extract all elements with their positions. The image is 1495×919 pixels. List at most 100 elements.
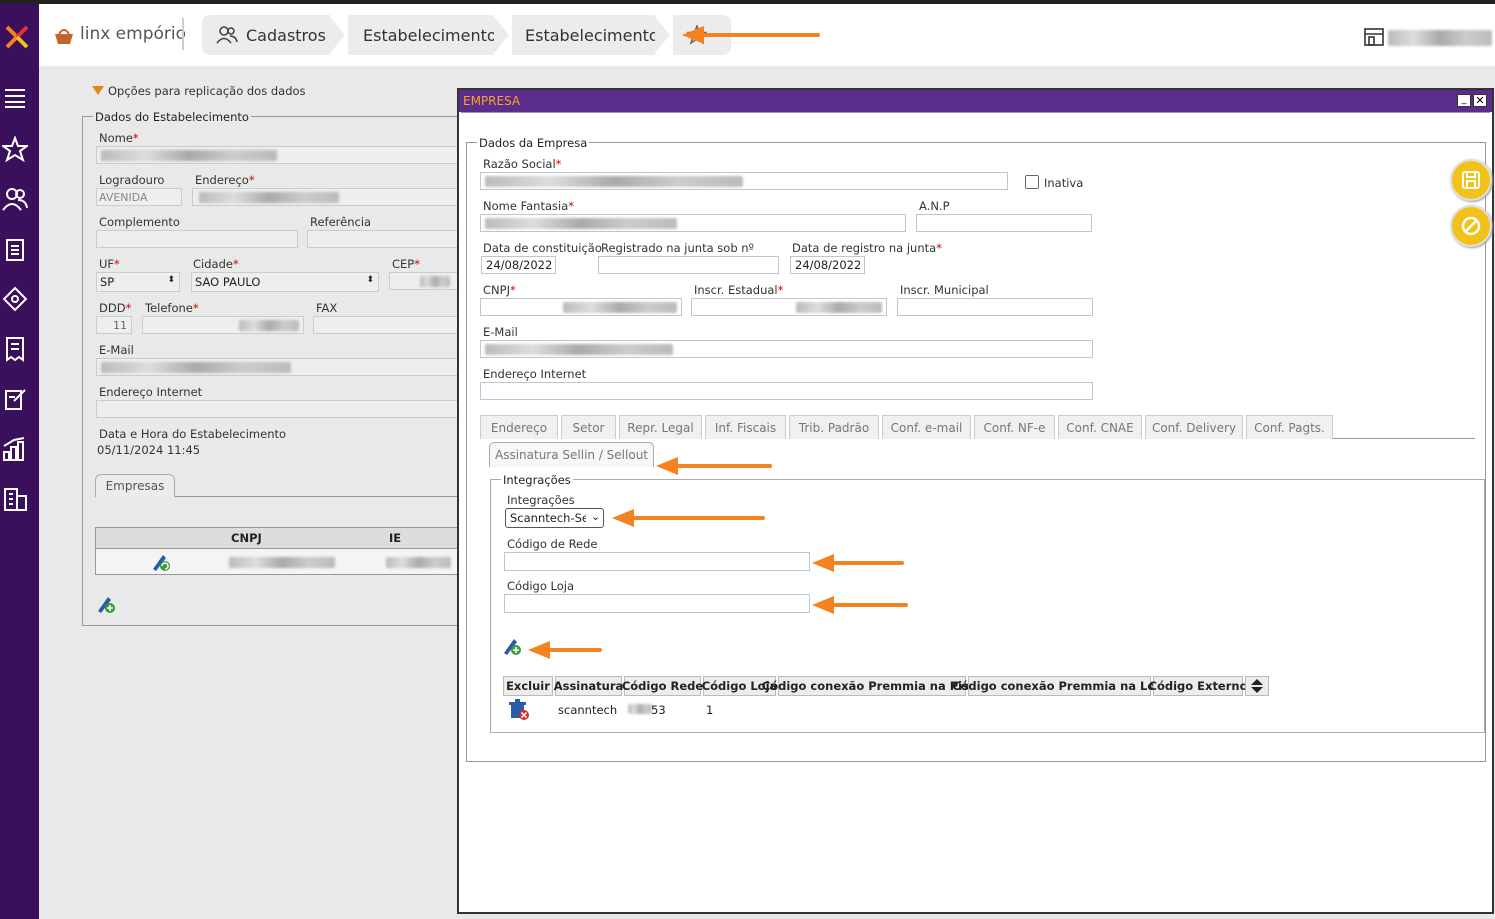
integracoes-select-value: Scanntech-Sellout [510,511,586,525]
tabs-baseline [1333,438,1475,439]
breadcrumb-label: Estabelecimento [363,25,497,45]
tab-setor[interactable]: Setor [561,415,616,439]
complemento-input[interactable] [96,230,298,248]
email-input[interactable] [480,340,1093,358]
annotation-arrow [630,516,765,520]
tab-repr-legal[interactable]: Repr. Legal [619,415,702,439]
fax-input[interactable] [313,316,458,334]
referencia-input[interactable] [307,230,458,248]
ddd-label: DDD* [99,301,132,315]
email-input[interactable] [96,358,458,376]
replication-options-label[interactable]: Opções para replicação dos dados [108,84,306,98]
table-row[interactable]: scanntech 53 1 [503,698,1269,722]
add-edit-icon[interactable] [95,594,117,614]
inscr-municipal-input[interactable] [897,298,1093,316]
cnpj-input[interactable] [480,298,682,316]
annotation-arrow [546,648,602,652]
linx-logo-icon[interactable] [4,24,30,50]
nome-fantasia-input[interactable] [480,214,906,232]
header-ie: IE [389,531,402,545]
data-constituicao-input[interactable]: 24/08/2022 [481,256,556,274]
annotation-arrow [830,561,904,565]
logradouro-input[interactable]: AVENIDA [96,188,182,206]
header-codigo-rede[interactable]: Código Rede [622,676,703,696]
clipboard-icon[interactable] [2,236,28,262]
integracoes-select[interactable]: Scanntech-Sellout ⌄ [505,508,604,528]
tab-endereco[interactable]: Endereço [480,415,558,439]
nome-input[interactable] [96,146,458,164]
codigo-loja-input[interactable] [504,594,810,613]
list-icon[interactable] [2,84,28,110]
inscr-municipal-label: Inscr. Municipal [900,283,989,297]
breadcrumb-item-estabelecimento[interactable]: Estabelecimento [348,15,497,55]
delete-icon[interactable] [508,699,530,721]
receipt-icon[interactable] [2,336,28,362]
ddd-input[interactable]: 11 [96,316,132,334]
razao-social-input[interactable] [480,172,1008,190]
triangle-down-icon[interactable] [92,86,104,96]
star-icon[interactable] [2,136,28,162]
registrado-junta-input[interactable] [598,256,779,274]
annotation-arrow [672,464,772,468]
breadcrumb-separator [494,15,512,55]
codigo-loja-label: Código Loja [507,579,575,593]
store-icon[interactable] [1363,27,1385,47]
breadcrumb-item-estabelecimento-current[interactable]: Estabelecimento [512,15,659,55]
telefone-input[interactable] [142,316,304,334]
tab-conf-email[interactable]: Conf. e-mail [882,415,971,439]
inscr-estadual-input[interactable] [691,298,887,316]
endereco-internet-input[interactable] [96,400,458,418]
tag-icon[interactable] [2,286,28,312]
anp-input[interactable] [916,214,1092,232]
add-integration-icon[interactable] [501,636,523,656]
minimize-button[interactable]: _ [1457,94,1471,107]
header-premmia-loja[interactable]: Código conexão Premmia na Loja [952,676,1167,696]
header-assinatura[interactable]: Assinatura [554,676,623,696]
cep-input[interactable] [389,272,458,290]
header-excluir[interactable]: Excluir [503,676,553,696]
uf-select[interactable]: SP ⬍ [96,272,180,292]
empresas-table-row[interactable] [95,549,458,575]
sidebar [0,4,39,919]
header-premmia-pista[interactable]: Código conexão Premmia na Pista [762,676,982,696]
users-icon[interactable] [2,186,28,212]
header-cnpj: CNPJ [231,531,262,545]
codigo-rede-input[interactable] [504,552,810,571]
header-codigo-externo[interactable]: Código Externo [1149,676,1248,696]
close-button[interactable]: ✕ [1473,94,1487,107]
referencia-label: Referência [310,215,372,229]
anp-label: A.N.P [919,199,950,213]
endereco-input[interactable] [192,188,458,206]
tab-conf-delivery[interactable]: Conf. Delivery [1145,415,1243,439]
complemento-label: Complemento [99,215,180,229]
tab-conf-pagts[interactable]: Conf. Pagts. [1246,415,1333,439]
endereco-internet-input[interactable] [480,382,1093,400]
integracoes-legend: Integrações [501,473,573,487]
column-sort-toggle[interactable] [1245,676,1269,696]
tab-assinatura-sellin-sellout[interactable]: Assinatura Sellin / Sellout [489,442,654,467]
tab-inf-fiscais[interactable]: Inf. Fiscais [705,415,786,439]
edit-document-icon[interactable] [2,386,28,412]
cidade-select[interactable]: SAO PAULO ⬍ [191,272,379,292]
tab-conf-cnae[interactable]: Conf. CNAE [1058,415,1142,439]
establishment-legend: Dados do Estabelecimento [93,110,251,124]
tab-trib-padrao[interactable]: Trib. Padrão [789,415,879,439]
tab-divider [175,496,458,497]
tab-empresas[interactable]: Empresas [95,474,175,497]
users-icon [216,26,238,44]
logradouro-label: Logradouro [99,173,165,187]
tab-conf-nfe[interactable]: Conf. NF-e [974,415,1055,439]
integracoes-select-label: Integrações [507,493,575,507]
building-icon[interactable] [2,486,28,512]
bar-chart-icon[interactable] [2,436,28,462]
inativa-checkbox[interactable] [1025,175,1039,189]
data-registro-junta-label: Data de registro na junta* [792,241,942,255]
cancel-button[interactable] [1450,205,1492,247]
data-registro-junta-input[interactable]: 24/08/2022 [790,256,865,274]
cancel-icon [1461,216,1481,236]
save-button[interactable] [1450,159,1492,201]
breadcrumb-item-cadastros[interactable]: Cadastros [202,15,332,55]
edit-refresh-icon[interactable] [150,552,172,572]
dados-empresa-legend: Dados da Empresa [477,136,590,150]
fax-label: FAX [316,301,338,315]
